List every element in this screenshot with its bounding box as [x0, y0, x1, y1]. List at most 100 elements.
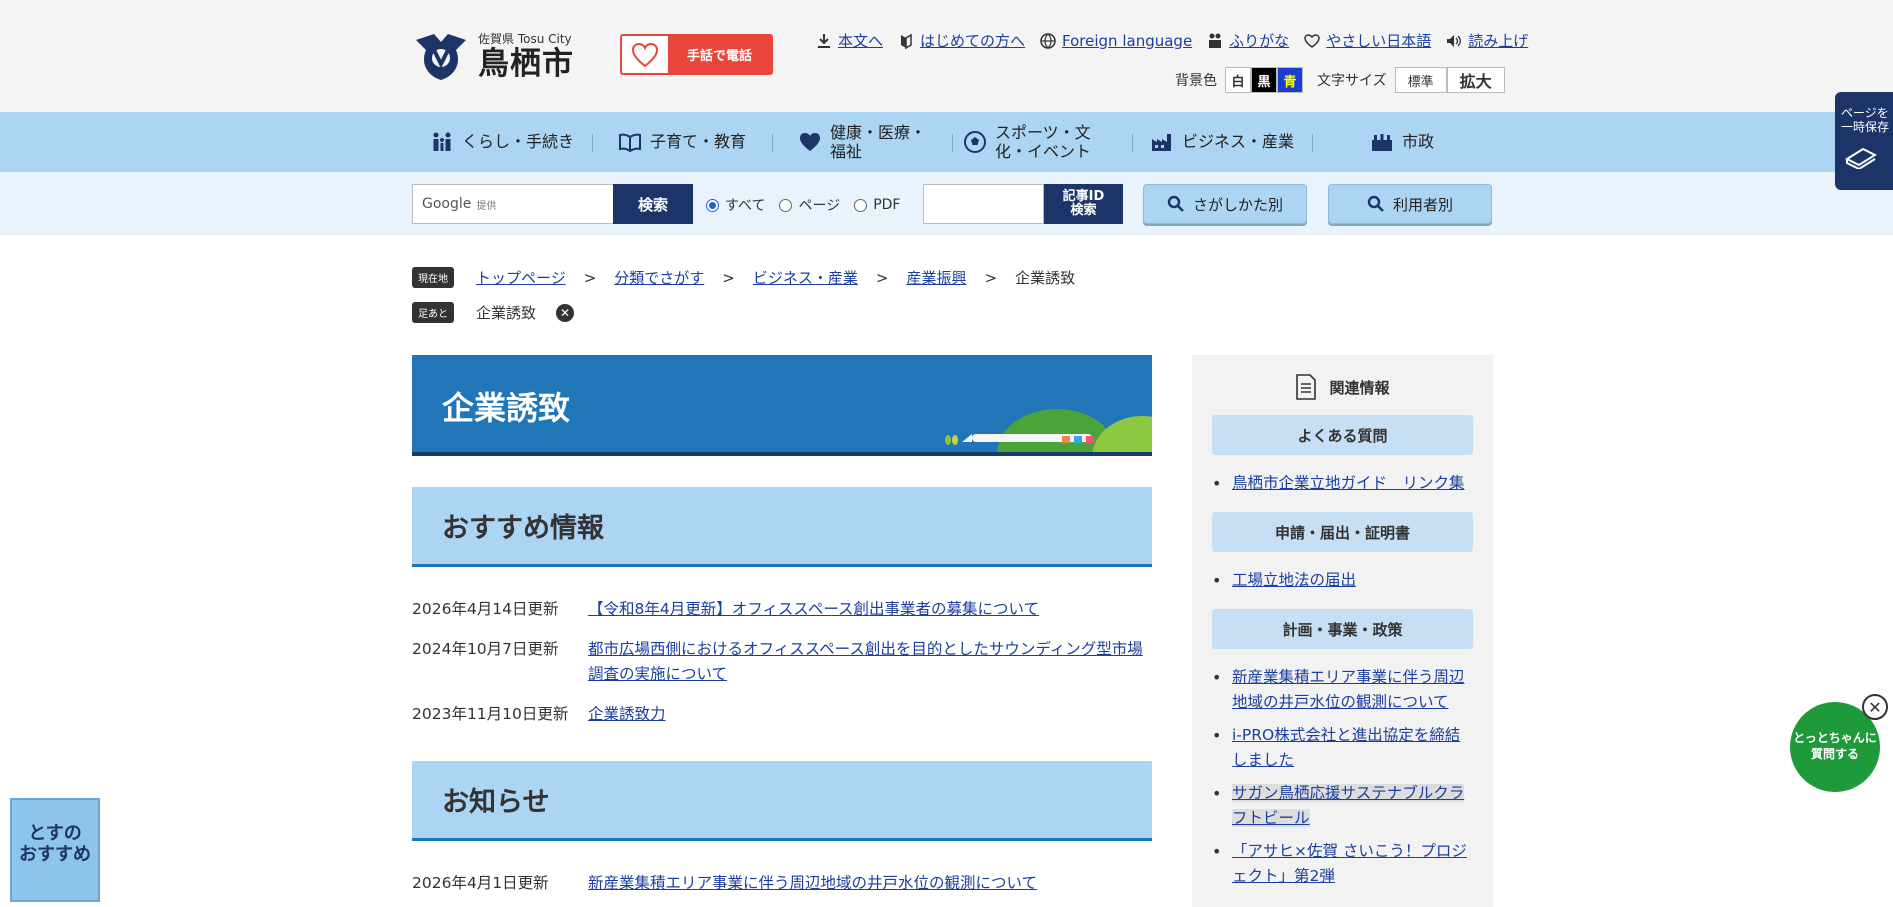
sidebar-list-faq: 鳥栖市企業立地ガイド リンク集 — [1212, 471, 1473, 496]
find-by-way-label: さがしかた別 — [1192, 195, 1283, 214]
bg-white-button[interactable]: 白 — [1225, 67, 1251, 93]
speaker-icon — [1447, 34, 1462, 47]
article-id-search-button[interactable]: 記事ID 検索 — [1044, 184, 1123, 224]
news-link[interactable]: 都市広場西側におけるオフィススペース創出を目的としたサウンディング型市場調査の実… — [588, 637, 1152, 687]
page-save-label: ページを 一時保存 — [1841, 106, 1890, 135]
sign-language-phone-button[interactable]: 手話で電話 — [620, 34, 773, 75]
list-item: サガン鳥栖応援サステナブルクラフトビール — [1212, 781, 1473, 831]
sidebar-link[interactable]: 工場立地法の届出 — [1232, 571, 1356, 589]
sidebar-category-plans: 計画・事業・政策 — [1212, 609, 1473, 649]
globe-icon — [1040, 32, 1056, 49]
news-link[interactable]: 企業誘致力 — [588, 702, 1152, 727]
global-nav: くらし・手続き 子育て・教育 健康・医療・福祉 スポーツ・文化・イベント ビジネ… — [0, 112, 1893, 172]
skip-to-content-link[interactable]: 本文へ — [815, 30, 883, 51]
download-icon — [818, 33, 830, 48]
bg-black-button[interactable]: 黒 — [1251, 67, 1277, 93]
heart-hands-icon — [1304, 33, 1320, 48]
nav-item-cityhall[interactable]: 市政 — [1312, 112, 1492, 172]
breadcrumb-separator: > — [722, 268, 735, 287]
bg-blue-button[interactable]: 青 — [1277, 67, 1303, 93]
site-header: 佐賀県 Tosu City 鳥栖市 手話で電話 本文へ はじめての方へ Fore… — [0, 0, 1893, 112]
news-row: 2023年11月10日更新 企業誘致力 — [412, 702, 1152, 727]
news-row: 2026年4月1日更新 新産業集積エリア事業に伴う周辺地域の井戸水位の観測につい… — [412, 871, 1152, 896]
sidebar-list-applications: 工場立地法の届出 — [1212, 568, 1473, 593]
google-label: Google — [422, 196, 472, 212]
history-trail: 足あと 企業誘致 ✕ — [412, 302, 575, 323]
beginner-mark-icon — [901, 33, 912, 49]
google-sub-label: 提供 — [476, 200, 497, 212]
nav-item-living[interactable]: くらし・手続き — [412, 112, 592, 172]
sidebar-link[interactable]: 鳥栖市企業立地ガイド リンク集 — [1232, 474, 1465, 492]
list-item: 「アサヒ×佐賀 さいこう！プロジェクト」第2弾 — [1212, 839, 1473, 889]
site-logo[interactable]: 佐賀県 Tosu City 鳥栖市 — [412, 30, 574, 82]
section-heading-recommended: おすすめ情報 — [412, 487, 1152, 567]
heart-phone-icon — [631, 42, 659, 67]
foreign-language-link[interactable]: Foreign language — [1039, 30, 1192, 51]
sidebar-link[interactable]: i-PRO株式会社と進出協定を締結しました — [1232, 726, 1460, 769]
radio-pdf[interactable]: PDF — [854, 195, 900, 215]
breadcrumb-separator: > — [583, 268, 597, 287]
section-heading-notices: お知らせ — [412, 761, 1152, 841]
related-info-sidebar: 関連情報 よくある質問 鳥栖市企業立地ガイド リンク集 申請・届出・証明書 工場… — [1192, 355, 1493, 907]
read-aloud-link[interactable]: 読み上げ — [1445, 30, 1528, 51]
beginners-link[interactable]: はじめての方へ — [897, 30, 1025, 51]
cityhall-icon — [1371, 134, 1392, 151]
factory-icon — [1151, 134, 1171, 151]
family-icon — [433, 132, 451, 151]
trail-tag: 足あと — [412, 302, 454, 323]
nav-item-business[interactable]: ビジネス・産業 — [1132, 112, 1312, 172]
nav-label: ビジネス・産業 — [1181, 132, 1294, 152]
display-preferences: 背景色 白 黒 青 文字サイズ 標準 拡大 — [1175, 67, 1505, 93]
close-icon[interactable]: ✕ — [556, 303, 575, 322]
radio-dot — [854, 198, 868, 212]
article-id-input[interactable] — [923, 184, 1044, 224]
chatbot-label: とっとちゃんに 質問する — [1793, 731, 1877, 761]
breadcrumb-link[interactable]: 分類でさがす — [614, 267, 704, 288]
radio-label: すべて — [725, 198, 766, 214]
breadcrumb-link[interactable]: ビジネス・産業 — [753, 267, 858, 288]
tosu-recommend-button[interactable]: とすの おすすめ — [10, 798, 100, 902]
news-link[interactable]: 新産業集積エリア事業に伴う周辺地域の井戸水位の観測について — [588, 871, 1152, 896]
site-search-input[interactable]: Google 提供 — [412, 184, 613, 224]
sidebar-category-faq: よくある質問 — [1212, 415, 1473, 455]
news-link[interactable]: 【令和8年4月更新】オフィススペース創出事業者の募集について — [588, 597, 1152, 622]
skip-link-label: 本文へ — [838, 32, 884, 50]
radio-page[interactable]: ページ — [779, 195, 840, 215]
beginners-link-label: はじめての方へ — [920, 32, 1026, 50]
nav-item-health[interactable]: 健康・医療・福祉 — [772, 112, 952, 172]
sidebar-link[interactable]: 「アサヒ×佐賀 さいこう！プロジェクト」第2弾 — [1232, 842, 1467, 885]
nav-label: スポーツ・文化・イベント — [995, 122, 1092, 161]
breadcrumb-link[interactable]: 産業振興 — [906, 267, 966, 288]
radio-all[interactable]: すべて — [706, 195, 765, 215]
tosu-recommend-label: とすの おすすめ — [19, 823, 91, 865]
close-icon[interactable]: ✕ — [1862, 694, 1888, 720]
trail-item[interactable]: 企業誘致 — [476, 302, 536, 323]
find-by-user-button[interactable]: 利用者別 — [1328, 184, 1492, 224]
utility-links: 本文へ はじめての方へ Foreign language ふりがな やさしい日本… — [815, 30, 1528, 51]
breadcrumb-separator: > — [984, 268, 998, 287]
city-emblem-icon — [416, 34, 466, 80]
sidebar-link[interactable]: サガン鳥栖応援サステナブルクラフトビール — [1232, 784, 1465, 827]
page-save-button[interactable]: ページを 一時保存 — [1835, 92, 1893, 190]
find-by-way-button[interactable]: さがしかた別 — [1143, 184, 1307, 224]
breadcrumb-link[interactable]: トップページ — [476, 267, 566, 288]
nav-label: 子育て・教育 — [649, 132, 746, 152]
font-normal-button[interactable]: 標準 — [1394, 67, 1447, 93]
nav-label: くらし・手続き — [461, 132, 574, 152]
sidebar-link[interactable]: 新産業集積エリア事業に伴う周辺地域の井戸水位の観測について — [1232, 668, 1465, 711]
people-icon — [1209, 33, 1222, 48]
current-location-tag: 現在地 — [412, 267, 454, 288]
furigana-link[interactable]: ふりがな — [1206, 30, 1289, 51]
page-title: 企業誘致 — [442, 389, 571, 427]
sidebar-heading-label: 関連情報 — [1329, 378, 1390, 397]
nav-item-childcare[interactable]: 子育て・教育 — [592, 112, 772, 172]
search-button[interactable]: 検索 — [613, 184, 693, 224]
logo-subtitle: 佐賀県 Tosu City — [478, 32, 572, 47]
logo-city-name: 鳥栖市 — [478, 46, 574, 83]
ball-icon — [964, 131, 986, 153]
nav-item-sports[interactable]: スポーツ・文化・イベント — [952, 112, 1132, 172]
list-item: 新産業集積エリア事業に伴う周辺地域の井戸水位の観測について — [1212, 665, 1473, 715]
font-large-button[interactable]: 拡大 — [1446, 67, 1505, 93]
nav-label: 健康・医療・福祉 — [830, 122, 927, 161]
easy-japanese-link[interactable]: やさしい日本語 — [1303, 30, 1431, 51]
